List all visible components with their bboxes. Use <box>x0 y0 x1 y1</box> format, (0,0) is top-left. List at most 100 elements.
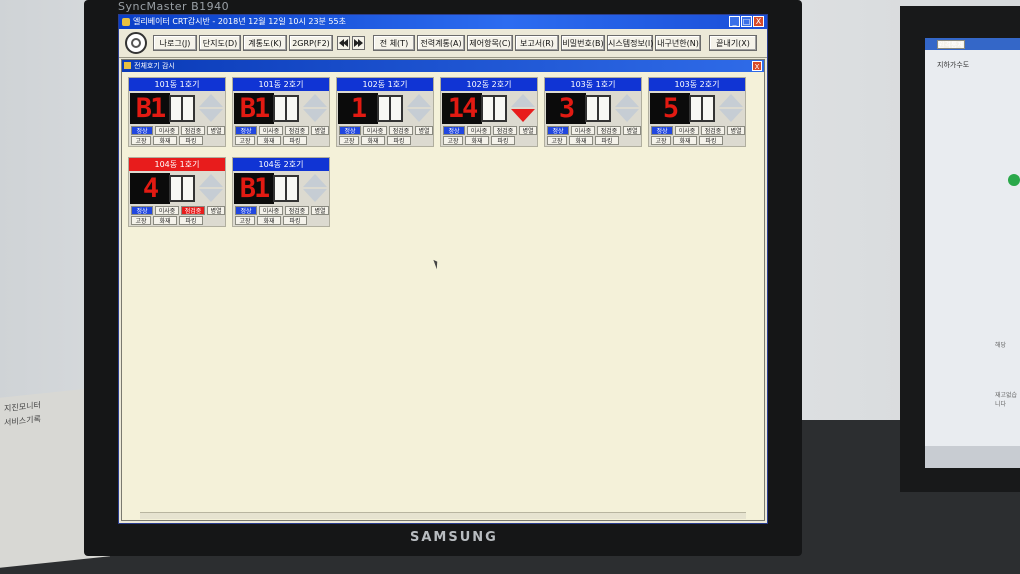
toolbar-button-log[interactable]: 나로그(J) <box>153 35 197 51</box>
status-power: 파킹 <box>387 136 411 145</box>
status-row: 고장 화재 파킹 <box>131 216 225 225</box>
down-arrow-icon <box>303 189 327 202</box>
status-row: 고장 화재 파킹 <box>443 136 537 145</box>
status-out: 화재 <box>465 136 489 145</box>
app-window: 엘리베이터 CRT감시반 - 2018년 12월 12일 10시 23분 55초… <box>118 14 768 524</box>
door-icon <box>169 95 195 122</box>
status-normal: 정상 <box>131 206 153 215</box>
floor-display: 5 <box>650 93 690 124</box>
status-normal: 정상 <box>339 126 361 135</box>
status-power: 파킹 <box>283 216 307 225</box>
down-arrow-icon <box>199 189 223 202</box>
status-dot-icon <box>1008 174 1020 186</box>
paper-label: 지진모니터 <box>4 400 41 414</box>
next-button[interactable] <box>352 36 365 50</box>
status-normal: 정상 <box>235 126 257 135</box>
close-button[interactable]: X <box>753 16 764 27</box>
status-power: 파킹 <box>491 136 515 145</box>
door-icon <box>273 175 299 202</box>
direction-indicator <box>510 92 536 124</box>
toolbar-button-lifespan[interactable]: 내구년한(N) <box>655 35 701 51</box>
direction-indicator <box>198 92 224 124</box>
floor-display: 3 <box>546 93 586 124</box>
status-normal: 정상 <box>131 126 153 135</box>
toolbar-button-diagram[interactable]: 계통도(K) <box>243 35 287 51</box>
elevator-panel[interactable]: 104동 1호기 4 정상 이사중 점검중 병열 고장 화재 파킹 <box>128 157 226 227</box>
elevator-panel[interactable]: 103동 2호기 5 정상 이사중 점검중 병열 고장 화재 파킹 <box>648 77 746 147</box>
status-power: 파킹 <box>699 136 723 145</box>
exit-button[interactable]: 끝내기(X) <box>709 35 757 51</box>
status-inspection: 점검중 <box>493 126 517 135</box>
status-out: 화재 <box>569 136 593 145</box>
toolbar-button-report[interactable]: 보고서(R) <box>515 35 559 51</box>
status-row: 고장 화재 파킹 <box>235 136 329 145</box>
status-row: 고장 화재 파킹 <box>131 136 225 145</box>
status-moving: 이사중 <box>259 126 283 135</box>
status-moving: 이사중 <box>155 206 179 215</box>
elevator-panel[interactable]: 102동 1호기 1 정상 이사중 점검중 병열 고장 화재 파킹 <box>336 77 434 147</box>
status-row: 고장 화재 파킹 <box>235 216 329 225</box>
door-icon <box>689 95 715 122</box>
status-out: 화재 <box>257 216 281 225</box>
toolbar-button-control[interactable]: 제어항목(C) <box>467 35 513 51</box>
status-normal: 정상 <box>443 126 465 135</box>
direction-indicator <box>718 92 744 124</box>
minimize-button[interactable]: _ <box>729 16 740 27</box>
status-stop: 병열 <box>311 126 329 135</box>
elevator-name: 101동 1호기 <box>129 78 225 91</box>
up-arrow-icon <box>303 174 327 187</box>
status-row: 고장 화재 파킹 <box>547 136 641 145</box>
status-power: 파킹 <box>179 136 203 145</box>
status-row: 정상 이사중 점검중 병열 <box>131 206 225 215</box>
status-inspection: 점검중 <box>181 126 205 135</box>
status-fault: 고장 <box>131 136 151 145</box>
elevator-name: 104동 1호기 <box>129 158 225 171</box>
direction-indicator <box>302 92 328 124</box>
status-row: 정상 이사중 점검중 병열 <box>339 126 433 135</box>
toolbar-button-power[interactable]: 전력계통(A) <box>417 35 465 51</box>
status-out: 화재 <box>153 136 177 145</box>
direction-indicator <box>302 172 328 204</box>
status-normal: 정상 <box>547 126 569 135</box>
toolbar-button-map[interactable]: 단지도(D) <box>199 35 241 51</box>
status-out: 화재 <box>257 136 281 145</box>
elevator-panel[interactable]: 101동 1호기 B1 정상 이사중 점검중 병열 고장 화재 파킹 <box>128 77 226 147</box>
side-title: 원격통제 <box>937 40 965 49</box>
restore-button[interactable]: □ <box>741 16 752 27</box>
status-stop: 병열 <box>727 126 745 135</box>
direction-indicator <box>614 92 640 124</box>
inner-title-bar: 전체호기 감시 X <box>122 60 764 72</box>
toolbar-button-2grp[interactable]: 2GRP(F2) <box>289 35 333 51</box>
monitor-all-panel: 전체호기 감시 X 101동 1호기 B1 정상 이사중 점검중 병열 고장 화재 파킹 101동… <box>121 59 765 521</box>
status-inspection: 점검중 <box>285 126 309 135</box>
elevator-panel[interactable]: 104동 2호기 B1 정상 이사중 점검중 병열 고장 화재 파킹 <box>232 157 330 227</box>
inner-app-icon <box>124 62 131 69</box>
down-arrow-icon <box>615 109 639 122</box>
status-stop: 병열 <box>207 206 225 215</box>
status-out: 화재 <box>361 136 385 145</box>
title-bar: 엘리베이터 CRT감시반 - 2018년 12월 12일 10시 23분 55초… <box>119 15 767 29</box>
status-row: 정상 이사중 점검중 병열 <box>443 126 537 135</box>
down-arrow-icon <box>511 109 535 122</box>
company-logo-icon <box>125 32 147 54</box>
toolbar-button-password[interactable]: 비밀번호(B) <box>561 35 605 51</box>
status-moving: 이사중 <box>259 206 283 215</box>
status-row: 고장 화재 파킹 <box>339 136 433 145</box>
prev-button[interactable] <box>337 36 350 50</box>
inner-close-button[interactable]: X <box>752 61 762 71</box>
door-icon <box>169 175 195 202</box>
direction-indicator <box>198 172 224 204</box>
toolbar-button-sysinfo[interactable]: 시스템정보(I) <box>607 35 653 51</box>
monitor-model: SyncMaster B1940 <box>118 0 230 13</box>
status-power: 파킹 <box>595 136 619 145</box>
horizontal-scrollbar[interactable] <box>140 512 746 519</box>
elevator-panel[interactable]: 103동 1호기 3 정상 이사중 점검중 병열 고장 화재 파킹 <box>544 77 642 147</box>
toolbar-button-all[interactable]: 전 체(T) <box>373 35 415 51</box>
inner-title: 전체호기 감시 <box>134 62 175 70</box>
floor-display: B1 <box>234 93 274 124</box>
up-arrow-icon <box>407 94 431 107</box>
status-inspection: 점검중 <box>597 126 621 135</box>
elevator-panel[interactable]: 102동 2호기 14 정상 이사중 점검중 병열 고장 화재 파킹 <box>440 77 538 147</box>
floor-display: B1 <box>234 173 274 204</box>
elevator-panel[interactable]: 101동 2호기 B1 정상 이사중 점검중 병열 고장 화재 파킹 <box>232 77 330 147</box>
